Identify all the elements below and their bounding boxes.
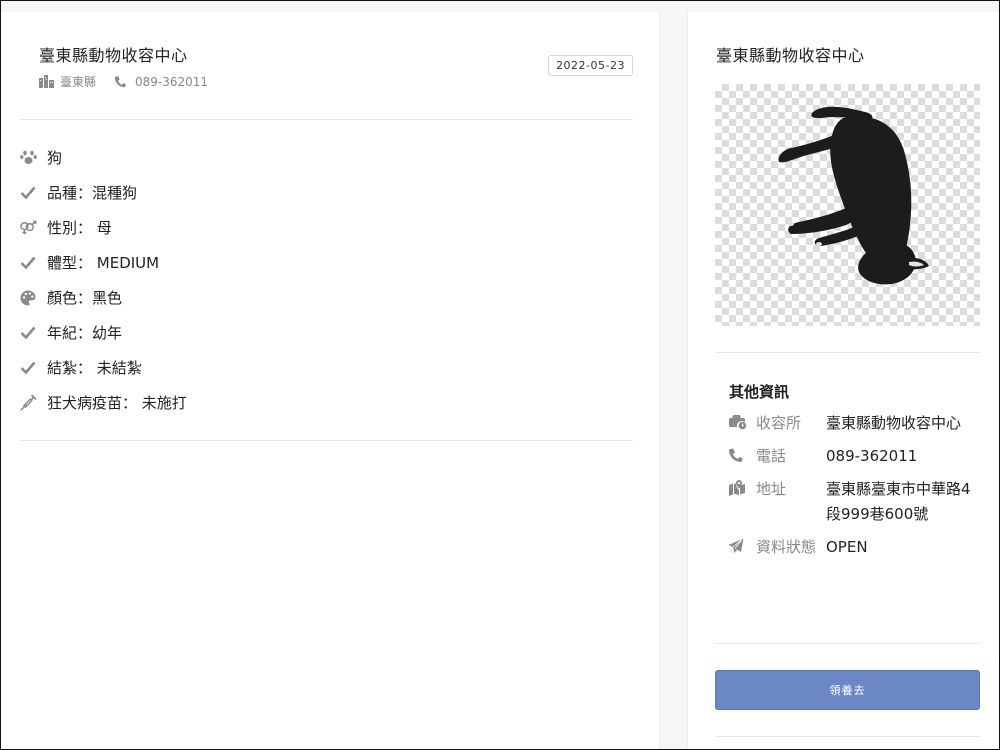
attribute-list: 狗 品種：混種狗 性別： 母 體型： MEDIUM 顏色：黑色 年紀：幼年 結紮… [19,140,633,420]
attr-size: 體型： MEDIUM [19,245,633,280]
sidebar-card: 臺東縣動物收容中心 其他資訊 收容所 臺東縣動物收容中心 電話 089-3620… [687,12,1000,750]
check-icon [19,359,37,377]
briefcase-clock-icon [728,411,748,433]
attr-age: 年紀：幼年 [19,315,633,350]
city-icon [39,75,54,88]
syringe-icon [19,394,37,412]
check-icon [19,184,37,202]
divider [715,352,980,353]
dog-image [778,106,929,285]
paper-plane-icon [728,535,748,557]
info-row-status: 資料狀態 OPEN [728,535,978,560]
phone-text: 089-362011 [135,74,209,89]
attr-text: 顏色：黑色 [47,289,123,307]
divider [19,440,633,441]
phone-icon [728,444,748,466]
divider [715,643,980,644]
check-icon [19,324,37,342]
info-row-address: 地址 臺東縣臺東市中華路4段999巷600號 [728,477,978,527]
attr-breed: 品種：混種狗 [19,175,633,210]
info-row-shelter: 收容所 臺東縣動物收容中心 [728,411,978,436]
info-label: 資料狀態 [756,538,817,556]
attr-text: 結紮： 未結紮 [47,359,142,377]
attr-vaccine: 狂犬病疫苗： 未施打 [19,385,633,420]
info-value: 臺東縣動物收容中心 [826,414,962,432]
palette-icon [19,289,37,307]
date-badge: 2022-05-23 [548,55,633,76]
adopt-button[interactable]: 領養去 [715,670,980,710]
info-label: 地址 [756,480,787,498]
phone-icon [114,75,129,88]
attr-gender: 性別： 母 [19,210,633,245]
map-marker-icon [728,477,748,499]
info-label: 收容所 [756,414,802,432]
info-value: OPEN [826,538,868,556]
check-icon [19,254,37,272]
other-info-title: 其他資訊 [729,383,790,401]
attr-text: 狗 [47,149,63,167]
animal-photo [715,84,980,326]
paw-icon [19,149,37,167]
attr-text: 性別： 母 [47,219,112,237]
meta-row: 臺東縣 089-362011 [39,73,226,90]
info-row-phone: 電話 089-362011 [728,444,978,469]
info-value: 臺東縣臺東市中華路4段999巷600號 [826,480,971,523]
detail-header: 臺東縣動物收容中心 臺東縣 089-362011 2022-05-23 [19,12,633,120]
attr-color: 顏色：黑色 [19,280,633,315]
shelter-title: 臺東縣動物收容中心 [39,46,188,65]
attr-neutered: 結紮： 未結紮 [19,350,633,385]
info-label: 電話 [756,447,787,465]
divider [715,736,980,737]
attr-text: 年紀：幼年 [47,324,123,342]
info-value: 089-362011 [826,447,918,465]
detail-card: 臺東縣動物收容中心 臺東縣 089-362011 2022-05-23 狗 品種… [1,12,660,750]
attr-text: 品種：混種狗 [47,184,138,202]
sidebar-title: 臺東縣動物收容中心 [716,46,865,65]
county-text: 臺東縣 [60,75,97,89]
attr-species: 狗 [19,140,633,175]
attr-text: 狂犬病疫苗： 未施打 [47,394,187,412]
info-list: 收容所 臺東縣動物收容中心 電話 089-362011 地址 臺東縣臺東市中華路… [728,411,978,568]
attr-text: 體型： MEDIUM [47,254,160,272]
gender-icon [19,219,37,237]
